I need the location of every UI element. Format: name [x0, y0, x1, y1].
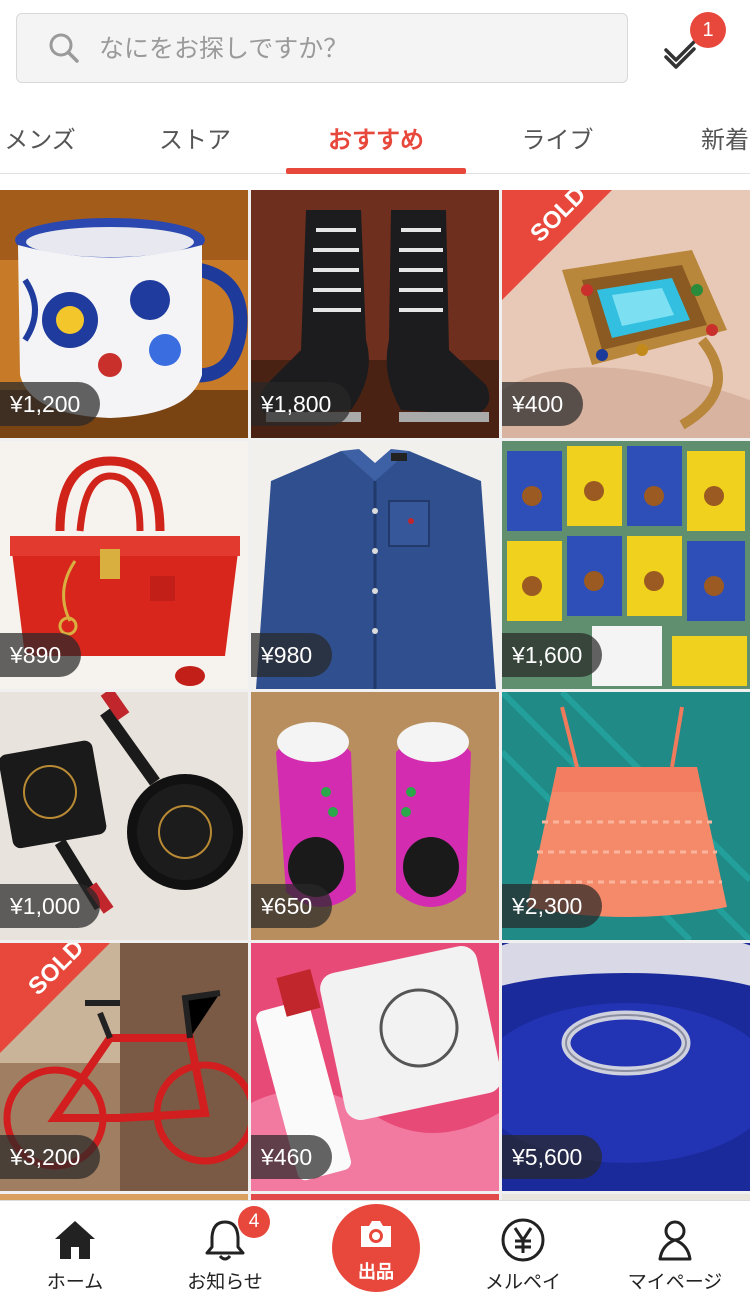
active-tab-indicator [286, 168, 466, 174]
sell-button[interactable]: 出品 [332, 1204, 420, 1292]
item-card[interactable]: ¥1,600 [502, 441, 750, 689]
category-tabs: メンズ ストア おすすめ ライブ 新着 [0, 100, 750, 174]
header: 1 [0, 0, 750, 100]
nav-notifications-label: お知らせ [187, 1271, 263, 1293]
price-tag: ¥1,600 [502, 633, 603, 677]
search-input[interactable] [99, 33, 579, 63]
item-card[interactable]: SOLD ¥3,200 [0, 943, 248, 1191]
price-tag: ¥400 [502, 382, 584, 426]
search-icon [49, 33, 79, 63]
person-icon [658, 1220, 692, 1261]
item-grid: ¥1,200 ¥1,800 SOLD ¥400 ¥890 ¥980 ¥1,600… [0, 190, 750, 1200]
nav-mypage-label: マイページ [627, 1271, 723, 1293]
price-tag: ¥980 [251, 633, 333, 677]
sold-ribbon: SOLD [502, 190, 612, 300]
price-tag: ¥460 [251, 1135, 333, 1179]
tab-recommended[interactable]: おすすめ [306, 100, 446, 173]
yen-icon [501, 1218, 545, 1262]
nav-mypage[interactable]: マイページ [600, 1201, 750, 1298]
price-tag: ¥1,800 [251, 382, 352, 426]
item-card[interactable]: SOLD ¥400 [502, 190, 750, 438]
price-tag: ¥5,600 [502, 1135, 603, 1179]
item-card[interactable]: ¥1,800 [251, 190, 499, 438]
home-icon [55, 1221, 95, 1259]
nav-home[interactable]: ホーム [0, 1201, 150, 1298]
tab-new[interactable]: 新着 [690, 100, 750, 173]
item-card[interactable]: ¥2,300 [502, 692, 750, 940]
item-card[interactable]: ¥890 [0, 441, 248, 689]
sold-ribbon: SOLD [0, 943, 110, 1053]
item-card[interactable]: ¥1,000 [0, 692, 248, 940]
price-tag: ¥1,200 [0, 382, 101, 426]
nav-merpay-label: メルペイ [484, 1271, 561, 1293]
nav-home-label: ホーム [46, 1271, 104, 1293]
item-card[interactable]: ¥650 [251, 692, 499, 940]
price-tag: ¥3,200 [0, 1135, 101, 1179]
search-bar[interactable] [16, 13, 628, 83]
item-card[interactable]: ¥460 [251, 943, 499, 1191]
tab-store[interactable]: ストア [145, 100, 245, 173]
item-card[interactable]: ¥1,200 [0, 190, 248, 438]
price-tag: ¥650 [251, 884, 333, 928]
item-card[interactable]: ¥980 [251, 441, 499, 689]
tab-live[interactable]: ライブ [505, 100, 610, 173]
todo-badge: 1 [690, 12, 726, 48]
sell-label: 出品 [358, 1262, 394, 1283]
tab-mens[interactable]: メンズ [0, 100, 90, 173]
notification-badge: 4 [238, 1206, 270, 1238]
price-tag: ¥2,300 [502, 884, 603, 928]
item-card[interactable]: ¥5,600 [502, 943, 750, 1191]
nav-merpay[interactable]: メルペイ [448, 1201, 598, 1298]
price-tag: ¥890 [0, 633, 82, 677]
nav-notifications[interactable]: お知らせ [150, 1201, 300, 1298]
price-tag: ¥1,000 [0, 884, 101, 928]
camera-icon [361, 1221, 391, 1247]
